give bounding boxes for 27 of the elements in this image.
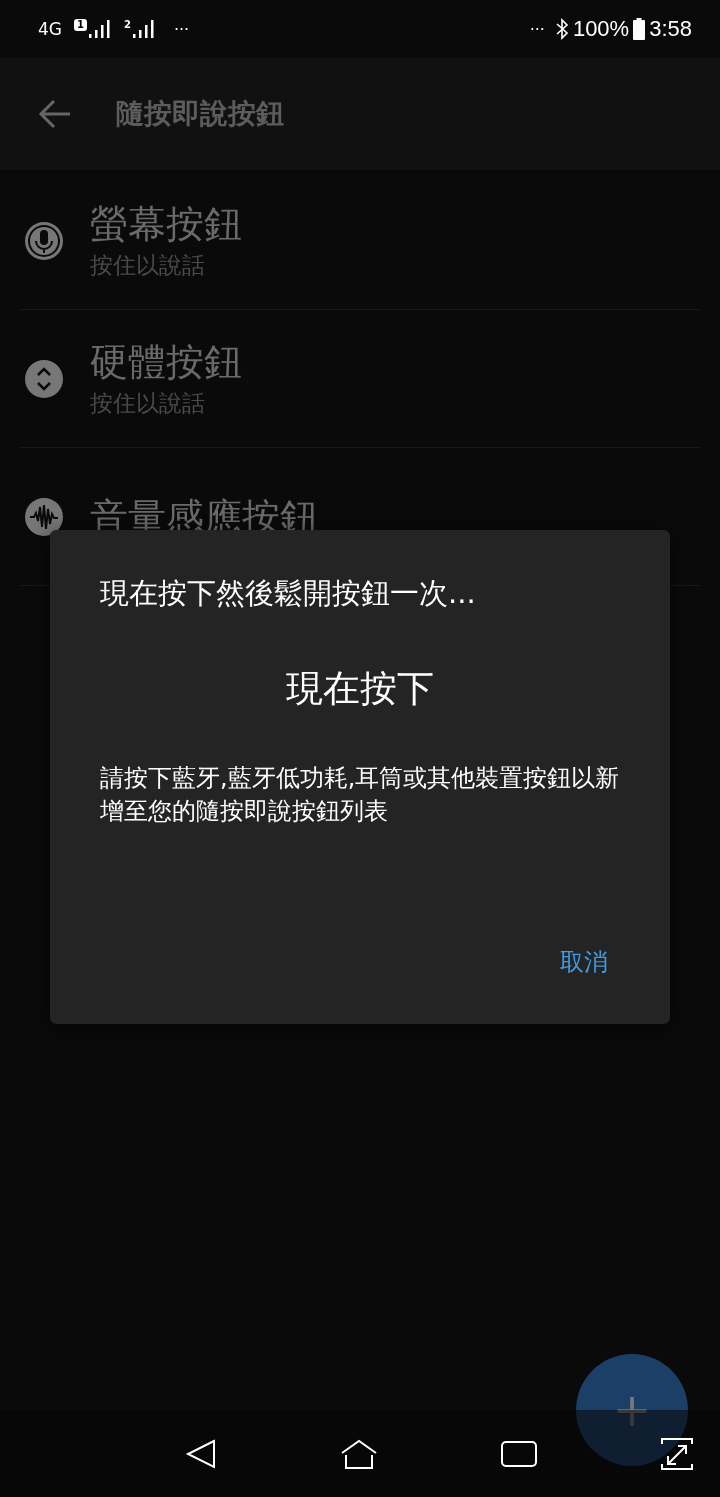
sound-wave-icon [24, 496, 64, 537]
microphone-icon [24, 220, 64, 261]
cancel-button[interactable]: 取消 [548, 938, 620, 986]
bluetooth-icon [554, 18, 569, 40]
signal-icon [87, 19, 112, 39]
more-notifications: ··· [529, 19, 545, 39]
network-type: 4G [38, 19, 62, 39]
more-notifications: ··· [173, 19, 190, 39]
dialog-status: 現在按下 [286, 666, 434, 712]
clock: 3:58 [649, 16, 692, 42]
item-subtitle: 按住以說話 [90, 388, 206, 418]
item-title: 螢幕按鈕 [90, 200, 242, 248]
up-down-icon [24, 358, 64, 399]
dialog-message: 請按下藍牙,藍牙低功耗,耳筒或其他裝置按鈕以新增至您的隨按即說按鈕列表 [100, 763, 620, 827]
item-subtitle: 按住以說話 [90, 250, 206, 280]
battery-icon [633, 18, 646, 40]
expand-icon[interactable] [660, 1435, 694, 1472]
signal-icon [131, 19, 156, 39]
sim-badge: 1 [74, 19, 87, 31]
screen-title: 隨按即說按鈕 [116, 96, 284, 132]
recent-apps-icon[interactable] [500, 1438, 538, 1469]
back-button[interactable] [38, 99, 72, 129]
item-title: 硬體按鈕 [90, 338, 242, 386]
list-item[interactable]: 螢幕按鈕 按住以說話 [20, 172, 700, 310]
battery-percent: 100% [572, 16, 630, 42]
list-item[interactable]: 硬體按鈕 按住以說話 [20, 310, 700, 448]
sim-number: 2 [123, 19, 131, 31]
